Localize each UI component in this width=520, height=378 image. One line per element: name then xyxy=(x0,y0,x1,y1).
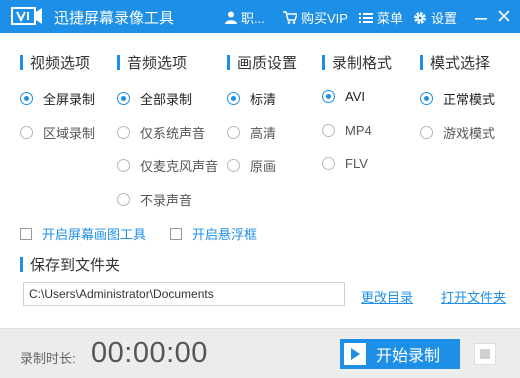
user-icon xyxy=(225,11,237,24)
checkbox-box xyxy=(170,227,182,240)
audio-options-title: 音频选项 xyxy=(127,54,188,72)
radio-label: 标清 xyxy=(250,92,277,107)
save-path-field[interactable] xyxy=(23,282,345,306)
play-icon-box xyxy=(344,343,366,365)
radio-dot xyxy=(420,92,433,105)
audio-options-header: 音频选项 xyxy=(117,52,187,72)
radio-dot xyxy=(420,126,433,139)
radio-label: 游戏模式 xyxy=(443,126,496,141)
quality-settings-title: 画质设置 xyxy=(237,54,298,72)
radio-system-audio-only[interactable]: 仅系统声音 xyxy=(117,123,205,142)
record-timer: 00:00:00 xyxy=(91,337,208,369)
radio-label: AVI xyxy=(345,89,365,104)
vip-label: 购买VIP xyxy=(301,11,348,26)
user-label: 职... xyxy=(241,11,265,26)
radio-label: 原画 xyxy=(250,159,277,174)
radio-dot xyxy=(227,92,240,105)
radio-dot xyxy=(117,126,130,139)
radio-label: 高清 xyxy=(250,126,277,141)
radio-dot xyxy=(117,193,130,206)
radio-dot xyxy=(322,124,335,137)
radio-format-mp4[interactable]: MP4 xyxy=(322,123,372,138)
buy-vip-button[interactable]: 购买VIP xyxy=(283,8,348,27)
radio-mode-normal[interactable]: 正常模式 xyxy=(420,89,495,108)
stop-icon xyxy=(480,349,490,359)
settings-label: 设置 xyxy=(431,11,458,26)
mode-select-title: 模式选择 xyxy=(430,54,491,72)
radio-label: 全部录制 xyxy=(140,92,193,107)
title-bar: 迅捷屏幕录像工具 职... 购买VIP 菜单 设置 xyxy=(0,0,520,33)
radio-dot xyxy=(117,92,130,105)
checkbox-box xyxy=(20,227,32,240)
radio-dot xyxy=(20,126,33,139)
checkbox-label: 开启悬浮框 xyxy=(192,227,258,242)
minimize-button[interactable] xyxy=(471,6,491,26)
video-options-header: 视频选项 xyxy=(20,52,90,72)
radio-label: 全屏录制 xyxy=(43,92,96,107)
section-marker xyxy=(20,54,23,70)
radio-label: 正常模式 xyxy=(443,92,496,107)
close-button[interactable] xyxy=(494,6,514,26)
radio-dot xyxy=(322,90,335,103)
save-folder-title: 保存到文件夹 xyxy=(30,257,121,274)
save-folder-header: 保存到文件夹 xyxy=(20,254,120,275)
radio-region-record[interactable]: 区域录制 xyxy=(20,123,95,142)
radio-format-flv[interactable]: FLV xyxy=(322,156,368,171)
cart-icon xyxy=(283,11,297,24)
radio-dot xyxy=(227,159,240,172)
radio-label: FLV xyxy=(345,156,368,171)
close-icon xyxy=(498,10,510,22)
checkbox-floating-window[interactable]: 开启悬浮框 xyxy=(170,224,257,243)
radio-label: 仅系统声音 xyxy=(140,126,206,141)
radio-format-avi[interactable]: AVI xyxy=(322,89,365,104)
quality-settings-header: 画质设置 xyxy=(227,52,297,72)
stop-record-button[interactable] xyxy=(474,343,496,365)
play-icon xyxy=(351,348,360,360)
gear-icon xyxy=(414,11,426,24)
section-marker xyxy=(322,54,325,70)
radio-dot xyxy=(227,126,240,139)
record-duration-label: 录制时长: xyxy=(20,351,76,366)
record-format-header: 录制格式 xyxy=(322,52,392,72)
radio-quality-original[interactable]: 原画 xyxy=(227,156,276,175)
radio-mode-game[interactable]: 游戏模式 xyxy=(420,123,495,142)
radio-quality-high[interactable]: 高清 xyxy=(227,123,276,142)
video-options-title: 视频选项 xyxy=(30,54,91,72)
radio-fullscreen-record[interactable]: 全屏录制 xyxy=(20,89,95,108)
radio-record-all-audio[interactable]: 全部录制 xyxy=(117,89,192,108)
section-marker xyxy=(117,54,120,70)
app-logo-icon xyxy=(11,7,42,25)
radio-label: 仅麦克风声音 xyxy=(140,159,219,174)
record-format-title: 录制格式 xyxy=(332,54,393,72)
open-folder-link[interactable]: 打开文件夹 xyxy=(441,287,506,306)
checkbox-label: 开启屏幕画图工具 xyxy=(42,227,147,242)
mode-select-header: 模式选择 xyxy=(420,52,490,72)
checkbox-screen-draw-tool[interactable]: 开启屏幕画图工具 xyxy=(20,224,146,243)
footer-bar: 录制时长: 00:00:00 开始录制 xyxy=(0,328,520,378)
user-account-button[interactable]: 职... xyxy=(225,8,265,27)
radio-label: 不录声音 xyxy=(140,193,193,208)
menu-label: 菜单 xyxy=(377,11,404,26)
start-record-button[interactable]: 开始录制 xyxy=(340,339,460,369)
menu-icon xyxy=(359,12,373,23)
radio-label: MP4 xyxy=(345,123,372,138)
radio-microphone-only[interactable]: 仅麦克风声音 xyxy=(117,156,218,175)
settings-button[interactable]: 设置 xyxy=(413,8,457,27)
radio-dot xyxy=(20,92,33,105)
section-marker xyxy=(420,54,423,70)
radio-dot xyxy=(322,157,335,170)
app-title: 迅捷屏幕录像工具 xyxy=(54,10,175,27)
section-marker xyxy=(20,257,23,272)
menu-button[interactable]: 菜单 xyxy=(359,8,403,27)
section-marker xyxy=(227,54,230,70)
radio-dot xyxy=(117,159,130,172)
change-directory-link[interactable]: 更改目录 xyxy=(361,287,413,306)
radio-quality-standard[interactable]: 标清 xyxy=(227,89,276,108)
start-record-label: 开始录制 xyxy=(376,348,441,365)
radio-label: 区域录制 xyxy=(43,126,96,141)
minimize-icon xyxy=(475,18,487,20)
radio-no-audio[interactable]: 不录声音 xyxy=(117,190,192,209)
